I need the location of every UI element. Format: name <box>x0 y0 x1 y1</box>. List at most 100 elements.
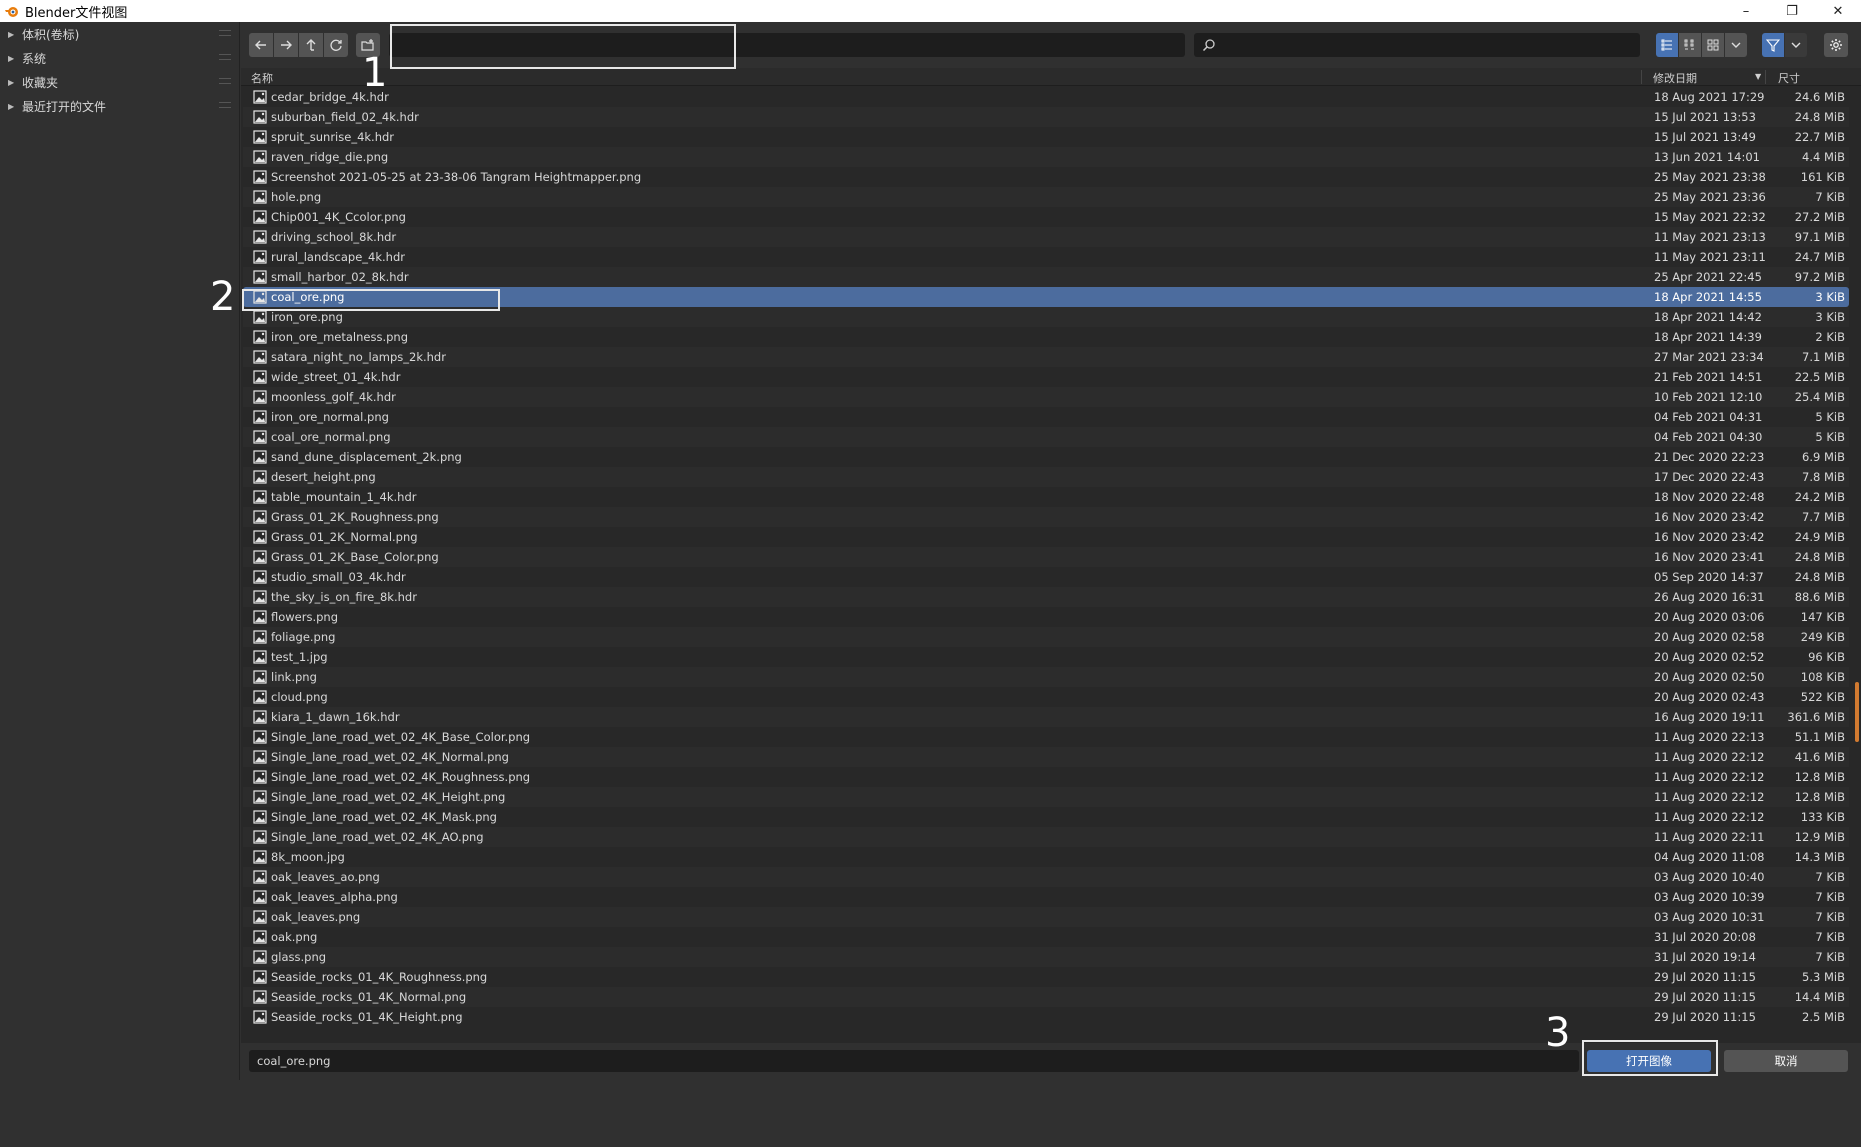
file-date: 29 Jul 2020 11:15 <box>1654 970 1756 984</box>
file-row[interactable]: flowers.png 20 Aug 2020 03:06 147 KiB <box>243 607 1849 627</box>
display-vertical-list-button[interactable] <box>1656 33 1678 57</box>
scrollbar-thumb[interactable] <box>1855 682 1859 742</box>
column-size-header[interactable]: 尺寸 <box>1778 70 1800 86</box>
display-horizontal-list-button[interactable] <box>1679 33 1701 57</box>
file-name: iron_ore_normal.png <box>271 410 389 424</box>
minimize-button[interactable]: – <box>1723 0 1769 22</box>
file-row[interactable]: Grass_01_2K_Normal.png 16 Nov 2020 23:42 2… <box>243 527 1849 547</box>
file-row[interactable]: Grass_01_2K_Base_Color.png 16 Nov 2020 23… <box>243 547 1849 567</box>
filter-toggle-button[interactable] <box>1762 33 1784 57</box>
grip-icon[interactable] <box>219 102 231 108</box>
file-row[interactable]: cedar_bridge_4k.hdr 18 Aug 2021 17:29 24.6… <box>243 87 1849 107</box>
file-row[interactable]: satara_night_no_lamps_2k.hdr 27 Mar 2021 … <box>243 347 1849 367</box>
file-row[interactable]: oak.png 31 Jul 2020 20:08 7 KiB <box>243 927 1849 947</box>
file-date: 11 May 2021 23:11 <box>1654 250 1766 264</box>
file-date: 21 Dec 2020 22:23 <box>1654 450 1765 464</box>
file-row[interactable]: table_mountain_1_4k.hdr 18 Nov 2020 22:48… <box>243 487 1849 507</box>
file-row[interactable]: coal_ore_normal.png 04 Feb 2021 04:30 5 Ki… <box>243 427 1849 447</box>
search-input[interactable] <box>1194 33 1640 57</box>
sort-descending-icon: ▼ <box>1755 72 1762 81</box>
file-row[interactable]: glass.png 31 Jul 2020 19:14 7 KiB <box>243 947 1849 967</box>
file-row[interactable]: oak_leaves_alpha.png 03 Aug 2020 10:39 7 K… <box>243 887 1849 907</box>
file-row[interactable]: kiara_1_dawn_16k.hdr 16 Aug 2020 19:11 361… <box>243 707 1849 727</box>
file-row[interactable]: Single_lane_road_wet_02_4K_Mask.png 11 Au… <box>243 807 1849 827</box>
image-file-icon <box>253 270 267 284</box>
file-row[interactable]: Grass_01_2K_Roughness.png 16 Nov 2020 23:… <box>243 507 1849 527</box>
file-row[interactable]: Seaside_rocks_01_4K_Height.png 29 Jul 202… <box>243 1007 1849 1027</box>
sidebar-section-favorites[interactable]: ▶ 收藏夹 <box>0 70 239 94</box>
file-row[interactable]: spruit_sunrise_4k.hdr 15 Jul 2021 13:49 22… <box>243 127 1849 147</box>
grip-icon[interactable] <box>219 78 231 84</box>
file-row[interactable]: studio_small_03_4k.hdr 05 Sep 2020 14:37 2… <box>243 567 1849 587</box>
column-date-header[interactable]: 修改日期 <box>1653 70 1697 86</box>
file-size: 97.2 MiB <box>1794 270 1845 284</box>
image-file-icon <box>253 950 267 964</box>
file-row[interactable]: the_sky_is_on_fire_8k.hdr 26 Aug 2020 16:… <box>243 587 1849 607</box>
sidebar-section-volumes[interactable]: ▶ 体积(卷标) <box>0 22 239 46</box>
file-row[interactable]: Seaside_rocks_01_4K_Roughness.png 29 Jul … <box>243 967 1849 987</box>
file-row[interactable]: link.png 20 Aug 2020 02:50 108 KiB <box>243 667 1849 687</box>
forward-button[interactable] <box>274 33 298 57</box>
settings-button[interactable] <box>1824 33 1848 57</box>
sidebar-section-system[interactable]: ▶ 系统 <box>0 46 239 70</box>
file-row[interactable]: Chip001_4K_Ccolor.png 15 May 2021 22:32 27… <box>243 207 1849 227</box>
column-divider[interactable] <box>1641 70 1642 84</box>
file-row[interactable]: moonless_golf_4k.hdr 10 Feb 2021 12:10 25.… <box>243 387 1849 407</box>
file-date: 20 Aug 2020 02:52 <box>1654 650 1765 664</box>
file-row[interactable]: Single_lane_road_wet_02_4K_Roughness.png… <box>243 767 1849 787</box>
file-size: 7 KiB <box>1815 890 1845 904</box>
file-row[interactable]: sand_dune_displacement_2k.png 21 Dec 2020… <box>243 447 1849 467</box>
close-button[interactable]: ✕ <box>1815 0 1861 22</box>
file-row[interactable]: hole.png 25 May 2021 23:36 7 KiB <box>243 187 1849 207</box>
cancel-button[interactable]: 取消 <box>1724 1050 1848 1072</box>
grip-icon[interactable] <box>219 30 231 36</box>
file-row[interactable]: driving_school_8k.hdr 11 May 2021 23:13 97… <box>243 227 1849 247</box>
back-button[interactable] <box>249 33 273 57</box>
file-date: 16 Aug 2020 19:11 <box>1654 710 1765 724</box>
refresh-icon <box>330 39 342 51</box>
file-name: Single_lane_road_wet_02_4K_Base_Color.pn… <box>271 730 531 744</box>
parent-directory-button[interactable] <box>299 33 323 57</box>
display-thumbnails-button[interactable] <box>1702 33 1724 57</box>
file-date: 03 Aug 2020 10:40 <box>1654 870 1765 884</box>
column-divider[interactable] <box>1765 70 1766 84</box>
file-row[interactable]: rural_landscape_4k.hdr 11 May 2021 23:11 2… <box>243 247 1849 267</box>
file-row[interactable]: Screenshot 2021-05-25 at 23-38-06 Tangra… <box>243 167 1849 187</box>
file-name: kiara_1_dawn_16k.hdr <box>271 710 400 724</box>
file-row[interactable]: oak_leaves.png 03 Aug 2020 10:31 7 KiB <box>243 907 1849 927</box>
file-row[interactable]: oak_leaves_ao.png 03 Aug 2020 10:40 7 KiB <box>243 867 1849 887</box>
file-row[interactable]: suburban_field_02_4k.hdr 15 Jul 2021 13:5… <box>243 107 1849 127</box>
column-name-header[interactable]: 名称 <box>251 70 273 86</box>
file-row[interactable]: 8k_moon.jpg 04 Aug 2020 11:08 14.3 MiB <box>243 847 1849 867</box>
file-row[interactable]: iron_ore_metalness.png 18 Apr 2021 14:39 2… <box>243 327 1849 347</box>
file-row[interactable]: Seaside_rocks_01_4K_Normal.png 29 Jul 202… <box>243 987 1849 1007</box>
file-size: 14.3 MiB <box>1794 850 1845 864</box>
file-row[interactable]: wide_street_01_4k.hdr 21 Feb 2021 14:51 22… <box>243 367 1849 387</box>
file-row[interactable]: Single_lane_road_wet_02_4K_AO.png 11 Aug … <box>243 827 1849 847</box>
file-row[interactable]: Single_lane_road_wet_02_4K_Height.png 11 … <box>243 787 1849 807</box>
file-row[interactable]: small_harbor_02_8k.hdr 25 Apr 2021 22:45 9… <box>243 267 1849 287</box>
file-size: 147 KiB <box>1800 610 1845 624</box>
grip-icon[interactable] <box>219 54 231 60</box>
file-row[interactable]: Single_lane_road_wet_02_4K_Base_Color.pn… <box>243 727 1849 747</box>
file-row[interactable]: desert_height.png 17 Dec 2020 22:43 7.8 Mi… <box>243 467 1849 487</box>
sidebar-section-recent[interactable]: ▶ 最近打开的文件 <box>0 94 239 118</box>
file-date: 05 Sep 2020 14:37 <box>1654 570 1764 584</box>
file-row[interactable]: foliage.png 20 Aug 2020 02:58 249 KiB <box>243 627 1849 647</box>
file-row[interactable]: Single_lane_road_wet_02_4K_Normal.png 11 … <box>243 747 1849 767</box>
refresh-button[interactable] <box>324 33 348 57</box>
file-row[interactable]: test_1.jpg 20 Aug 2020 02:52 96 KiB <box>243 647 1849 667</box>
image-file-icon <box>253 810 267 824</box>
image-file-icon <box>253 170 267 184</box>
filename-input[interactable]: coal_ore.png <box>249 1050 1579 1072</box>
restore-button[interactable]: ❐ <box>1769 0 1815 22</box>
file-row[interactable]: cloud.png 20 Aug 2020 02:43 522 KiB <box>243 687 1849 707</box>
filter-dropdown[interactable] <box>1785 33 1807 57</box>
file-row[interactable]: iron_ore_normal.png 04 Feb 2021 04:31 5 Ki… <box>243 407 1849 427</box>
image-file-icon <box>253 930 267 944</box>
file-name: Grass_01_2K_Roughness.png <box>271 510 439 524</box>
display-mode-dropdown[interactable] <box>1725 33 1747 57</box>
file-name: small_harbor_02_8k.hdr <box>271 270 409 284</box>
file-date: 04 Feb 2021 04:31 <box>1654 410 1763 424</box>
file-row[interactable]: raven_ridge_die.png 13 Jun 2021 14:01 4.4 … <box>243 147 1849 167</box>
